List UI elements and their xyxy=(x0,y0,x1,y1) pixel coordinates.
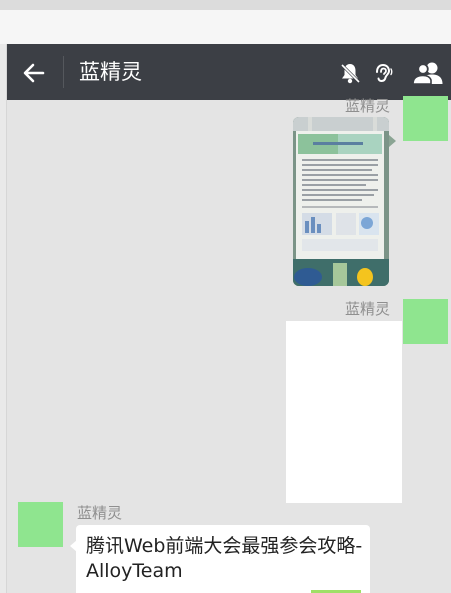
avatar[interactable] xyxy=(403,96,448,141)
bell-off-icon xyxy=(340,63,361,84)
ear-icon xyxy=(376,63,393,83)
link-title: 腾讯Web前端大会最强参会攻略-AlloyTeam xyxy=(86,535,363,582)
sender-name: 蓝精灵 xyxy=(344,97,390,115)
window-top-strip xyxy=(0,0,451,10)
sender-name: 蓝精灵 xyxy=(77,504,123,522)
earpiece-mode-button[interactable] xyxy=(369,60,395,86)
chat-title: 蓝精灵 xyxy=(79,60,142,84)
sender-name: 蓝精灵 xyxy=(344,300,390,318)
avatar[interactable] xyxy=(18,502,63,547)
back-button[interactable] xyxy=(19,58,49,88)
window-toolbar xyxy=(0,10,451,44)
bubble-tail xyxy=(389,135,396,147)
mute-button[interactable] xyxy=(337,60,363,86)
chat-header: 蓝精灵 xyxy=(7,44,451,100)
chat-members-button[interactable] xyxy=(411,60,445,86)
people-icon xyxy=(412,62,443,85)
arrow-left-icon xyxy=(23,63,45,83)
image-message[interactable] xyxy=(286,321,402,503)
poster-photo xyxy=(293,117,389,286)
chat-window: 蓝精灵 蓝精灵 蓝精灵 蓝精灵 腾讯Web前端大会最强参会攻略-AlloyTea… xyxy=(6,44,451,593)
image-message[interactable] xyxy=(293,117,389,286)
header-divider xyxy=(63,56,64,88)
avatar[interactable] xyxy=(403,299,448,344)
link-message-card[interactable]: 腾讯Web前端大会最强参会攻略-AlloyTeam xyxy=(76,525,370,593)
